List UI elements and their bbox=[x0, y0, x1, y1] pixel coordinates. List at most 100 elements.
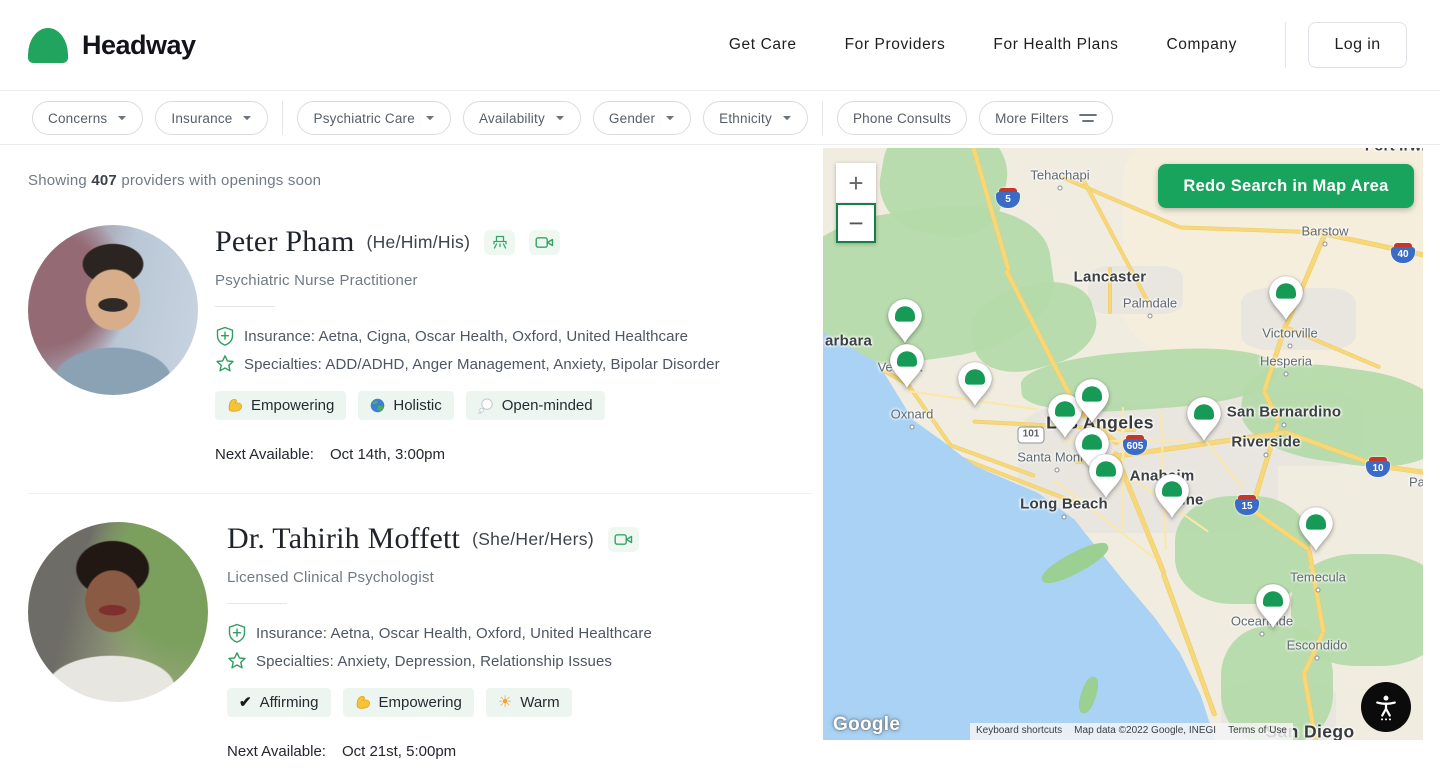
filter-phone-consults-button[interactable]: Phone Consults bbox=[837, 101, 967, 135]
map-pin[interactable] bbox=[1152, 472, 1192, 520]
map-town-dot bbox=[910, 425, 915, 430]
map-pin[interactable] bbox=[887, 342, 927, 390]
card-mini-divider bbox=[215, 306, 275, 307]
map-town-dot bbox=[1055, 468, 1060, 473]
provider-insurance-text: Insurance: Aetna, Oscar Health, Oxford, … bbox=[256, 625, 652, 642]
provider-photo[interactable] bbox=[28, 522, 208, 702]
filter-dropdown-insurance[interactable]: Insurance bbox=[155, 101, 268, 135]
specialties-star-icon bbox=[227, 651, 247, 671]
nav-item-get-care[interactable]: Get Care bbox=[729, 36, 797, 54]
accessibility-icon bbox=[1372, 693, 1400, 721]
provider-specialties-text: Specialties: Anxiety, Depression, Relati… bbox=[256, 653, 612, 670]
redo-search-button[interactable]: Redo Search in Map Area bbox=[1158, 164, 1414, 208]
map-town-dot bbox=[1282, 423, 1287, 428]
map-town-dot bbox=[1062, 515, 1067, 520]
map-town-dot bbox=[1323, 242, 1328, 247]
map-pin[interactable] bbox=[1296, 505, 1336, 553]
interstate-shield-15: 15 bbox=[1235, 495, 1259, 515]
map-town-dot bbox=[1260, 632, 1265, 637]
accessibility-button[interactable] bbox=[1361, 682, 1411, 732]
terms-of-use-link[interactable]: Terms of Use bbox=[1222, 723, 1293, 740]
map-town-dot bbox=[1315, 656, 1320, 661]
map-pin[interactable] bbox=[1266, 274, 1306, 322]
filter-divider bbox=[282, 101, 283, 135]
provider-card-body: Peter Pham(He/Him/His)Psychiatric Nurse … bbox=[215, 225, 720, 463]
check-emoji-icon: ✔ bbox=[239, 695, 252, 710]
trait-tag-label: Open-minded bbox=[502, 397, 593, 414]
video-session-badge[interactable] bbox=[608, 527, 639, 552]
map-pin[interactable] bbox=[1184, 395, 1224, 443]
map-pin[interactable] bbox=[955, 360, 995, 408]
filter-label: Availability bbox=[479, 111, 545, 126]
nav-item-company[interactable]: Company bbox=[1166, 36, 1237, 54]
map-pin[interactable] bbox=[1086, 452, 1126, 500]
insurance-shield-icon bbox=[227, 623, 247, 644]
provider-name-row: Dr. Tahirih Moffett (She/Her/Hers) bbox=[227, 522, 652, 556]
interstate-shield-10: 10 bbox=[1366, 457, 1390, 477]
provider-insurance-text: Insurance: Aetna, Cigna, Oscar Health, O… bbox=[244, 328, 688, 345]
map-label-tehachapi: Tehachapi bbox=[1030, 168, 1089, 183]
filter-sliders-icon bbox=[1079, 112, 1097, 124]
filter-bar: Concerns Insurance Psychiatric Care Availab… bbox=[0, 92, 1440, 145]
in-person-chair-icon bbox=[491, 233, 509, 251]
thought-bubble-emoji-icon bbox=[478, 398, 494, 414]
filter-dropdown-gender[interactable]: Gender bbox=[593, 101, 691, 135]
interstate-shield-5: 5 bbox=[996, 188, 1020, 208]
filter-label: Phone Consults bbox=[853, 111, 951, 126]
google-logo[interactable]: Google bbox=[833, 714, 900, 736]
trait-tag-open-minded: Open-minded bbox=[466, 391, 605, 420]
map-label-barstow: Barstow bbox=[1302, 224, 1349, 239]
in-person-session-badge[interactable] bbox=[484, 230, 515, 255]
headway-logo[interactable]: Headway bbox=[28, 28, 196, 63]
provider-name[interactable]: Dr. Tahirih Moffett bbox=[227, 522, 460, 556]
trait-tag-empowering: Empowering bbox=[343, 688, 474, 717]
provider-pronouns: (She/Her/Hers) bbox=[472, 529, 594, 550]
results-count: 407 bbox=[91, 172, 117, 189]
headway-logo-icon bbox=[28, 28, 68, 63]
filter-dropdown-availability[interactable]: Availability bbox=[463, 101, 581, 135]
map-town-dot bbox=[1284, 372, 1289, 377]
map-town-dot bbox=[1316, 588, 1321, 593]
map-pin[interactable] bbox=[1072, 377, 1112, 425]
trait-tag-label: Empowering bbox=[379, 694, 462, 711]
nav-item-for-health-plans[interactable]: For Health Plans bbox=[993, 36, 1118, 54]
headway-logo-text: Headway bbox=[82, 30, 196, 61]
filter-dropdown-psychiatric-care[interactable]: Psychiatric Care bbox=[297, 101, 450, 135]
map-label-san-bernardino: San Bernardino bbox=[1227, 404, 1342, 421]
provider-photo[interactable] bbox=[28, 225, 198, 395]
video-session-icon bbox=[535, 235, 554, 250]
provider-title: Psychiatric Nurse Practitioner bbox=[215, 272, 720, 289]
video-session-badge[interactable] bbox=[529, 230, 560, 255]
next-available-value: Oct 21st, 5:00pm bbox=[342, 743, 456, 760]
provider-title: Licensed Clinical Psychologist bbox=[227, 569, 652, 586]
filter-label: Psychiatric Care bbox=[313, 111, 414, 126]
interstate-shield-605: 605 bbox=[1123, 435, 1147, 455]
login-button[interactable]: Log in bbox=[1308, 22, 1407, 68]
muscle-emoji-icon bbox=[355, 695, 371, 710]
map-panel[interactable]: Fort IrwinTehachapiBarstowLancasterPalmd… bbox=[823, 148, 1423, 740]
nav-divider bbox=[1285, 22, 1286, 68]
results-panel: Showing 407 providers with openings soon… bbox=[0, 146, 812, 777]
map-town-dot bbox=[1058, 186, 1063, 191]
trait-tag-warm: ☀Warm bbox=[486, 688, 572, 717]
keyboard-shortcuts-link[interactable]: Keyboard shortcuts bbox=[970, 723, 1068, 740]
provider-card: Dr. Tahirih Moffett (She/Her/Hers) License… bbox=[28, 493, 812, 760]
chevron-down-icon bbox=[782, 115, 792, 122]
provider-name[interactable]: Peter Pham bbox=[215, 225, 354, 259]
filter-dropdown-concerns[interactable]: Concerns bbox=[32, 101, 143, 135]
filter-label: More Filters bbox=[995, 111, 1069, 126]
trait-tag-holistic: Holistic bbox=[358, 391, 453, 420]
map-pin[interactable] bbox=[1253, 582, 1293, 630]
nav-links: Get Care For Providers For Health Plans Com… bbox=[729, 22, 1407, 68]
trait-tag-label: Warm bbox=[520, 694, 559, 711]
muscle-emoji-icon bbox=[227, 398, 243, 413]
map-zoom-in-button[interactable]: + bbox=[836, 163, 876, 203]
us-route-shield-101: 101 bbox=[1018, 427, 1045, 444]
interstate-shield-40: 40 bbox=[1391, 243, 1415, 263]
map-zoom-out-button[interactable]: − bbox=[836, 203, 876, 243]
filter-dropdown-ethnicity[interactable]: Ethnicity bbox=[703, 101, 808, 135]
nav-item-for-providers[interactable]: For Providers bbox=[845, 36, 946, 54]
map-pin[interactable] bbox=[885, 297, 925, 345]
more-filters-button[interactable]: More Filters bbox=[979, 101, 1113, 135]
map-label-arbara: arbara bbox=[825, 333, 872, 350]
